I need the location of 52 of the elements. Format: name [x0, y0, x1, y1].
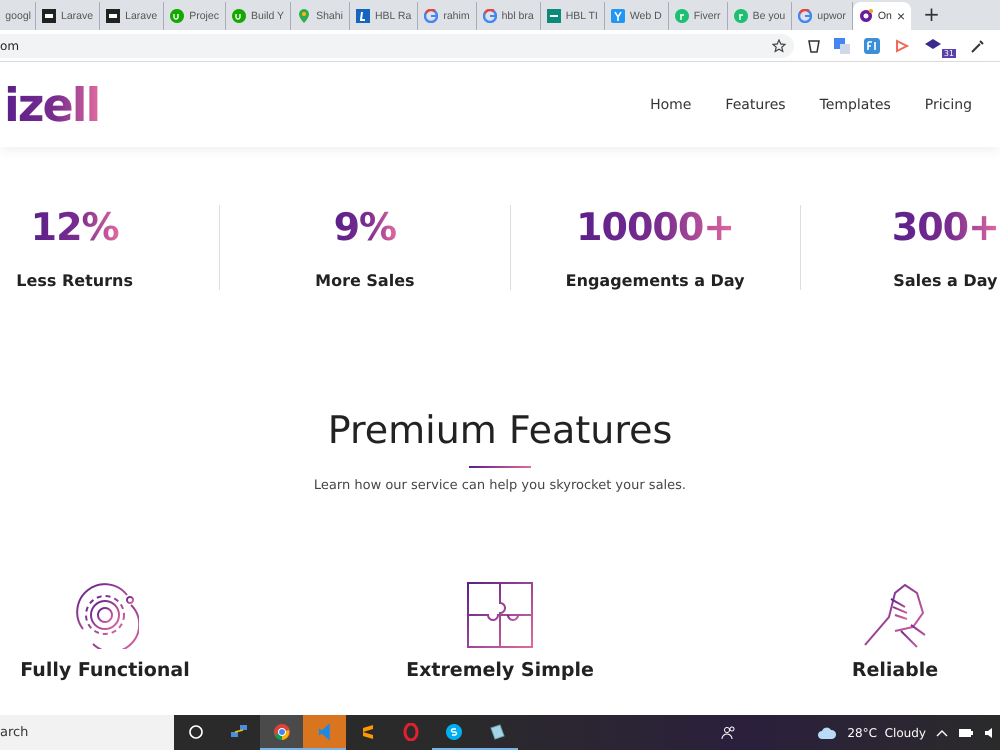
skype-icon [444, 722, 462, 740]
site-favicon-icon [232, 9, 246, 23]
feature-title: Fully Functional [20, 659, 190, 681]
stat-label: Sales a Day [893, 271, 998, 290]
stat-label: Less Returns [16, 271, 133, 290]
cloud-icon [817, 726, 838, 740]
google-logo-icon [424, 9, 438, 23]
site-favicon-icon [170, 9, 184, 23]
site-favicon-icon [106, 9, 120, 23]
nav-link[interactable]: Pricing [924, 96, 972, 112]
feature-title: Extremely Simple [406, 659, 594, 681]
title-underline [469, 466, 531, 468]
new-tab-button[interactable]: + [923, 2, 940, 30]
site-favicon-icon [546, 9, 561, 23]
weather-text[interactable]: 28°C Cloudy [847, 726, 926, 740]
site-favicon-icon [297, 9, 312, 23]
site-favicon-icon [734, 9, 748, 23]
caret-up-icon[interactable] [936, 728, 948, 736]
google-logo-icon [482, 9, 497, 23]
site-favicon-icon [42, 9, 56, 23]
cup-icon[interactable] [808, 38, 820, 52]
nav-link[interactable]: Home [650, 96, 692, 112]
google-logo-icon [798, 9, 812, 23]
star-icon[interactable] [772, 38, 786, 52]
site-favicon-icon [356, 9, 370, 23]
section-subtitle: Learn how our service can help you skyrocket your sales. [314, 478, 686, 493]
battery-icon[interactable] [958, 728, 974, 738]
stat-label: Engagements a Day [566, 271, 745, 290]
browser-tab[interactable]: On × [852, 2, 912, 30]
translate-icon[interactable] [834, 38, 850, 54]
nav-link[interactable]: Templates [820, 96, 891, 112]
stat-label: More Sales [315, 271, 415, 290]
eyedropper-icon[interactable] [970, 38, 986, 54]
people-icon[interactable] [721, 726, 738, 740]
address-bar[interactable]: om [0, 34, 794, 58]
nav-link[interactable]: Features [725, 96, 786, 112]
taskbar-search-field[interactable]: arch [0, 715, 174, 750]
extension-badge: 31 [942, 48, 956, 58]
site-favicon-icon [858, 9, 873, 23]
feature-title: Reliable [852, 659, 938, 681]
notepad-icon [488, 722, 506, 740]
puzzle-icon [466, 581, 534, 649]
url-text: om [0, 38, 20, 52]
opera-icon [402, 722, 420, 740]
site-favicon-icon [610, 9, 625, 23]
extension-icon[interactable] [864, 38, 880, 54]
play-outline-icon[interactable] [894, 38, 910, 54]
chrome-icon [272, 722, 290, 740]
section-title: Premium Features [328, 408, 672, 452]
close-icon[interactable]: × [896, 8, 906, 24]
site-favicon-icon [674, 9, 689, 23]
cortana-icon [186, 722, 204, 740]
